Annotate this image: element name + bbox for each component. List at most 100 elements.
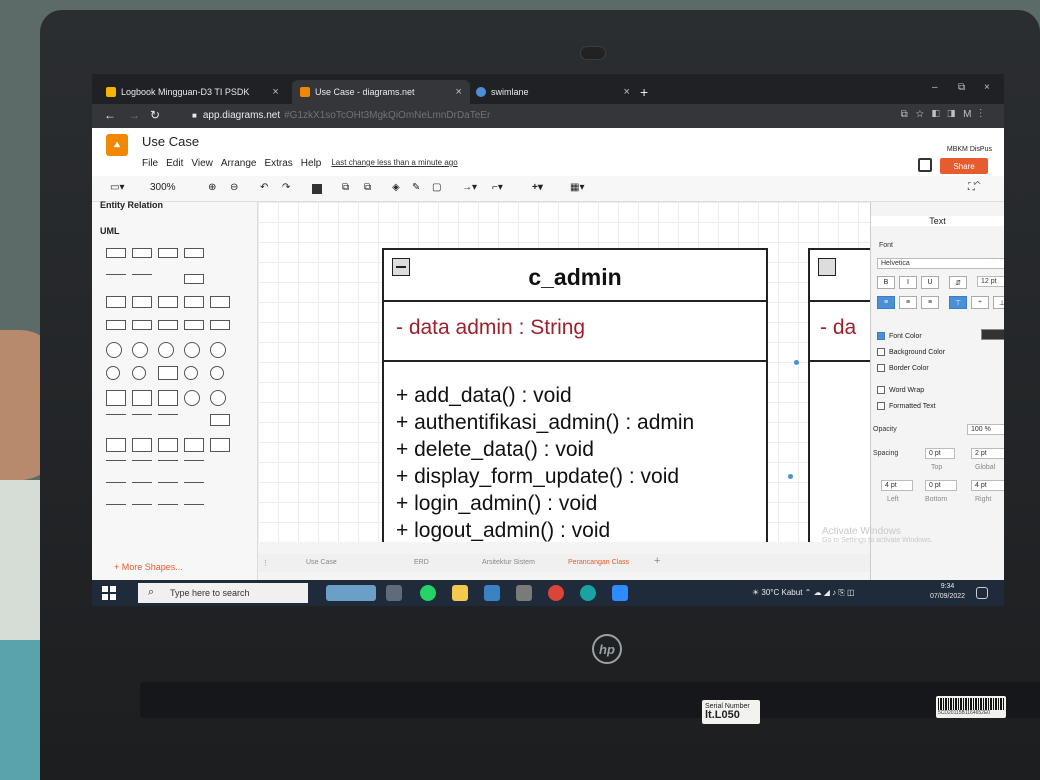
formatted-text-checkbox[interactable]: Formatted Text — [877, 402, 936, 410]
uml-shape[interactable] — [106, 414, 126, 415]
uml-shape[interactable] — [132, 460, 152, 461]
insert-icon[interactable]: +▾ — [532, 182, 543, 193]
taskbar-search[interactable]: ⌕ Type here to search — [138, 583, 308, 603]
page-tab-arsitektur[interactable]: Arsitektur Sistem — [482, 559, 535, 566]
menu-extras[interactable]: Extras — [264, 158, 292, 169]
entity-relation-section[interactable]: Entity Relation — [100, 200, 163, 210]
class-attribute[interactable]: - da — [810, 302, 870, 362]
uml-shape[interactable] — [158, 460, 178, 461]
uml-shape[interactable] — [132, 320, 152, 330]
uml-shape[interactable] — [158, 438, 178, 452]
zoom-app-icon[interactable] — [612, 585, 628, 601]
url-field[interactable]: ■ app.diagrams.net #G1zkX1soTcOHt3MgkQiOmN… — [192, 110, 490, 121]
uml-shape[interactable] — [106, 274, 126, 275]
restore-icon[interactable]: ⧉ — [958, 82, 965, 93]
task-view-icon[interactable] — [386, 585, 402, 601]
zoom-in-icon[interactable]: ⊕ — [208, 182, 216, 193]
uml-shape[interactable] — [106, 342, 122, 358]
class-attribute[interactable]: - data admin : String — [384, 302, 766, 362]
line-color-icon[interactable]: ✎ — [412, 182, 420, 193]
page-tab-perancangan-class[interactable]: Perancangan Class — [568, 559, 629, 566]
uml-shape[interactable] — [184, 320, 204, 330]
page-tab-use-case[interactable]: Use Case — [306, 559, 337, 566]
search-highlight-image[interactable] — [326, 585, 376, 601]
collapse-icon[interactable] — [818, 258, 836, 276]
menu-arrange[interactable]: Arrange — [221, 158, 257, 169]
windows-start-icon[interactable] — [102, 586, 116, 600]
align-center-icon[interactable]: ≡ — [899, 296, 917, 309]
uml-shape[interactable] — [158, 320, 178, 330]
zoom-select[interactable]: 300% — [150, 182, 176, 193]
class-name[interactable]: c_admin — [384, 264, 766, 291]
reload-icon[interactable]: ↻ — [150, 108, 160, 122]
uml-shape[interactable] — [210, 296, 230, 308]
chrome-icon[interactable] — [548, 585, 564, 601]
word-wrap-checkbox[interactable]: Word Wrap — [877, 386, 924, 394]
uml-section[interactable]: UML — [100, 226, 120, 236]
align-right-icon[interactable]: ≡ — [921, 296, 939, 309]
undo-icon[interactable]: ↶ — [260, 182, 268, 193]
delete-icon[interactable] — [312, 184, 322, 194]
uml-shape[interactable] — [132, 390, 152, 406]
uml-shape[interactable] — [158, 414, 178, 415]
user-account[interactable]: MBKM DisPus — [947, 146, 992, 153]
operation[interactable]: + display_form_update() : void — [396, 463, 754, 490]
uml-shape[interactable] — [132, 342, 148, 358]
font-color-checkbox[interactable]: Font Color — [877, 332, 922, 340]
uml-shape[interactable] — [184, 248, 204, 258]
back-icon[interactable]: ← — [104, 108, 116, 122]
background-color-checkbox[interactable]: Background Color — [877, 348, 945, 356]
add-page-button[interactable]: + — [654, 555, 660, 567]
system-tray[interactable]: ☀ 30°C Kabut ⌃ ☁ ◢ ♪ ⎘ ◫ — [752, 588, 855, 598]
format-panel-toggle-icon[interactable] — [918, 158, 932, 172]
uml-shape[interactable] — [106, 438, 126, 452]
close-tab-icon[interactable]: × — [624, 86, 630, 98]
redo-icon[interactable]: ↷ — [282, 182, 290, 193]
font-size-field[interactable]: 12 pt — [977, 276, 1004, 287]
uml-shape[interactable] — [184, 460, 204, 461]
to-back-icon[interactable]: ⧉ — [364, 182, 371, 193]
uml-shape[interactable] — [158, 390, 178, 406]
view-layout-icon[interactable]: ▭▾ — [110, 182, 124, 193]
text-direction-icon[interactable]: ⇵ — [949, 276, 967, 289]
valign-top-icon[interactable]: ⊤ — [949, 296, 967, 309]
diagram-canvas[interactable]: c_admin - data admin : String + add_data… — [258, 202, 870, 542]
align-left-icon[interactable]: ≡ — [877, 296, 895, 309]
forward-icon[interactable]: → — [128, 108, 140, 122]
whatsapp-icon[interactable] — [420, 585, 436, 601]
uml-shape[interactable] — [210, 414, 230, 426]
connection-icon[interactable]: →▾ — [462, 182, 477, 193]
edge-icon[interactable] — [580, 585, 596, 601]
last-change-link[interactable]: Last change less than a minute ago — [331, 158, 457, 169]
opacity-field[interactable]: 100 % — [967, 424, 1004, 435]
border-color-checkbox[interactable]: Border Color — [877, 364, 929, 372]
tab-use-case[interactable]: Use Case - diagrams.net × — [292, 80, 470, 104]
clock[interactable]: 9:34 07/09/2022 — [930, 582, 965, 602]
uml-shape[interactable] — [106, 460, 126, 461]
store-icon[interactable] — [484, 585, 500, 601]
tab-swimlane[interactable]: swimlane × — [468, 80, 638, 104]
uml-shape[interactable] — [132, 482, 152, 483]
app-icon[interactable] — [516, 585, 532, 601]
to-front-icon[interactable]: ⧉ — [342, 182, 349, 193]
close-tab-icon[interactable]: × — [272, 86, 278, 98]
uml-shape[interactable] — [132, 438, 152, 452]
uml-shape[interactable] — [158, 366, 178, 380]
uml-shape[interactable] — [158, 342, 174, 358]
spacing-top-field[interactable]: 0 pt — [925, 448, 955, 459]
valign-bottom-icon[interactable]: ⊥ — [993, 296, 1004, 309]
share-button[interactable]: Share — [940, 158, 988, 174]
operation[interactable]: + delete_data() : void — [396, 436, 754, 463]
uml-shape[interactable] — [210, 366, 224, 380]
file-explorer-icon[interactable] — [452, 585, 468, 601]
fill-color-icon[interactable]: ◈ — [392, 182, 400, 193]
close-window-icon[interactable]: × — [984, 82, 990, 93]
shadow-icon[interactable]: ▢ — [432, 182, 441, 193]
uml-shape[interactable] — [210, 342, 226, 358]
notification-icon[interactable] — [976, 587, 988, 599]
uml-shape[interactable] — [132, 248, 152, 258]
uml-shape[interactable] — [106, 248, 126, 258]
class-partial[interactable]: - da — [808, 248, 870, 542]
diagram-title[interactable]: Use Case — [142, 134, 199, 149]
table-icon[interactable]: ▦▾ — [570, 182, 584, 193]
